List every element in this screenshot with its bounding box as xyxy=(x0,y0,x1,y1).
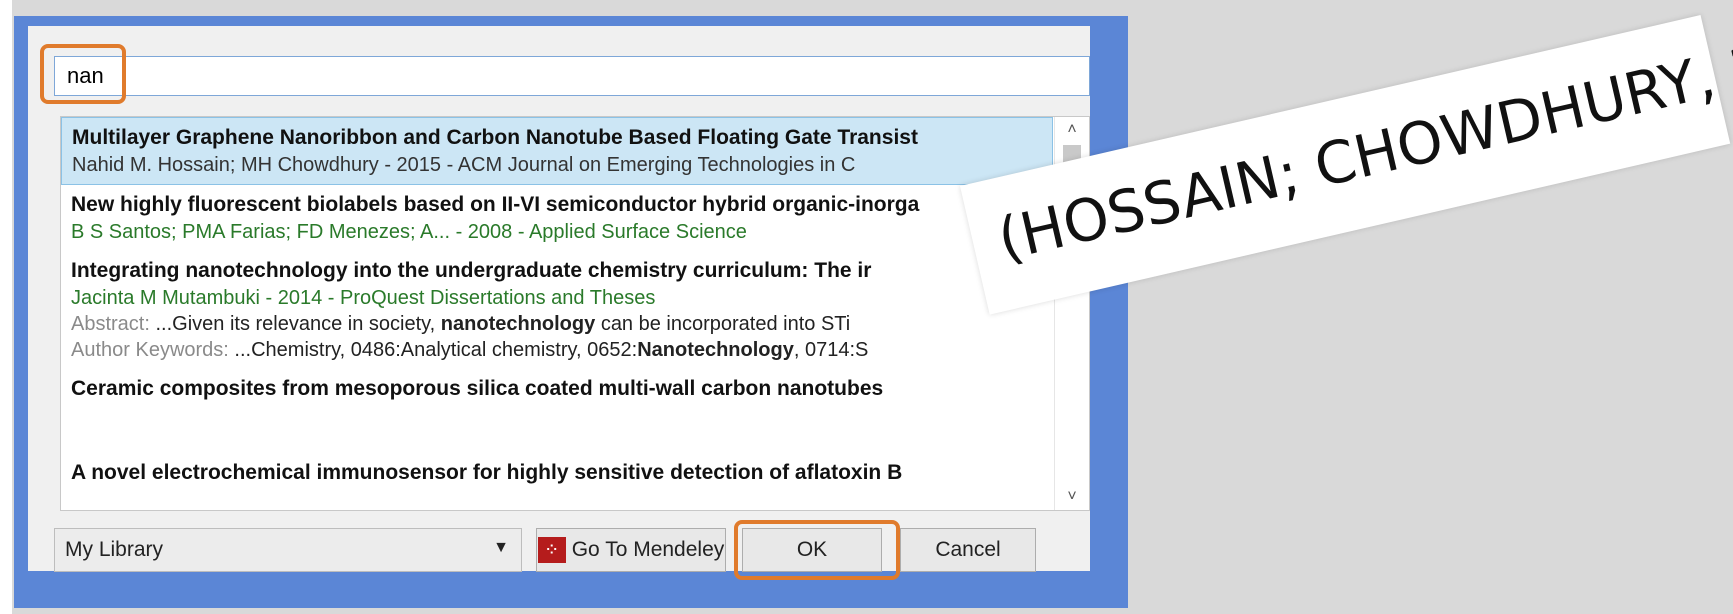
abstract-text: ...Given its relevance in society, xyxy=(155,313,436,335)
left-margin xyxy=(0,0,12,614)
result-title: A novel electrochemical immunosensor for… xyxy=(71,461,903,484)
search-input[interactable] xyxy=(54,56,1090,96)
result-title: Integrating nanotechnology into the unde… xyxy=(71,259,872,282)
keywords-label: Author Keywords: xyxy=(71,339,229,361)
keywords-text-end: , 0714:S xyxy=(793,339,869,361)
ok-button[interactable]: OK xyxy=(742,528,882,572)
mendeley-logo-icon: ⁘ xyxy=(537,537,566,564)
result-title: New highly fluorescent biolabels based o… xyxy=(71,193,920,216)
dialog-footer: My Library ▼ ⁘ Go To Mendeley OK Cancel xyxy=(54,528,1090,576)
ok-button-label: OK xyxy=(796,538,828,561)
go-to-mendeley-button[interactable]: ⁘ Go To Mendeley xyxy=(536,528,726,572)
result-meta: Nahid M. Hossain; MH Chowdhury - 2015 - … xyxy=(72,154,856,176)
library-select-value: My Library xyxy=(65,538,164,561)
cancel-button[interactable]: Cancel xyxy=(900,528,1036,572)
list-item[interactable]: A novel electrochemical immunosensor for… xyxy=(61,453,1053,493)
results-list[interactable]: Multilayer Graphene Nanoribbon and Carbo… xyxy=(60,116,1090,511)
dropdown-arrow-icon: ▼ xyxy=(493,539,509,556)
result-meta: Jacinta M Mutambuki - 2014 - ProQuest Di… xyxy=(71,287,656,309)
keywords-highlight: Nanotechnology xyxy=(637,339,794,361)
library-select[interactable]: My Library ▼ xyxy=(54,528,522,572)
result-meta: B S Santos; PMA Farias; FD Menezes; A...… xyxy=(71,221,747,243)
result-title: Multilayer Graphene Nanoribbon and Carbo… xyxy=(72,126,918,149)
result-abstract: Abstract: ...Given its relevance in soci… xyxy=(71,311,1043,337)
list-item[interactable]: Multilayer Graphene Nanoribbon and Carbo… xyxy=(61,117,1053,185)
result-keywords: Author Keywords: ...Chemistry, 0486:Anal… xyxy=(71,337,1043,363)
list-item[interactable]: Ceramic composites from mesoporous silic… xyxy=(61,369,1053,453)
mendeley-button-label: Go To Mendeley xyxy=(571,538,725,561)
list-item[interactable]: New highly fluorescent biolabels based o… xyxy=(61,185,1053,251)
cancel-button-label: Cancel xyxy=(935,538,1001,561)
result-title: Ceramic composites from mesoporous silic… xyxy=(71,377,884,400)
abstract-text-end: can be incorporated into STi xyxy=(600,313,851,335)
abstract-highlight: nanotechnology xyxy=(440,313,596,335)
list-item[interactable]: Integrating nanotechnology into the unde… xyxy=(61,251,1053,369)
chevron-up-icon[interactable]: ˄ xyxy=(1055,117,1089,143)
keywords-text: ...Chemistry, 0486:Analytical chemistry,… xyxy=(234,339,638,361)
chevron-down-icon[interactable]: ˅ xyxy=(1055,484,1089,510)
abstract-label: Abstract: xyxy=(71,313,150,335)
